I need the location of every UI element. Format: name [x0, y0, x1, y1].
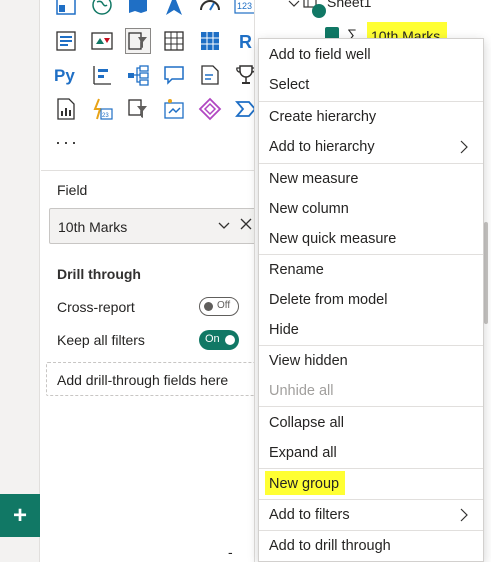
menu-item-unhide-all: Unhide all [259, 376, 483, 406]
menu-item-hide[interactable]: Hide [259, 315, 483, 345]
chevron-right-icon [460, 508, 468, 522]
menu-item-label: Collapse all [269, 415, 344, 431]
section-divider [41, 170, 254, 171]
menu-item-label: Add to hierarchy [269, 139, 375, 155]
fields-pane-scrollbar[interactable] [484, 222, 488, 324]
power-automate-icon[interactable] [125, 96, 151, 122]
field-section-label: Field [57, 182, 88, 198]
menu-separator [259, 406, 483, 407]
add-page-button[interactable]: + [0, 494, 40, 537]
cross-report-state: Off [217, 300, 231, 311]
menu-item-add-to-filters[interactable]: Add to filters [259, 500, 483, 530]
menu-item-label: Select [269, 77, 310, 93]
menu-item-label: New measure [269, 171, 359, 187]
key-influencers-icon[interactable] [89, 62, 115, 88]
menu-item-new-quick-measure[interactable]: New quick measure [259, 224, 483, 254]
menu-item-create-hierarchy[interactable]: Create hierarchy [259, 102, 483, 132]
more-visuals-button[interactable]: ··· [55, 132, 79, 153]
toggle-knob [225, 335, 235, 345]
menu-item-new-column[interactable]: New column [259, 194, 483, 224]
smart-narrative-icon[interactable] [197, 62, 223, 88]
menu-item-label: Unhide all [269, 383, 334, 399]
menu-item-new-measure[interactable]: New measure [259, 164, 483, 194]
menu-item-collapse-all[interactable]: Collapse all [259, 408, 483, 438]
menu-item-label: Expand all [269, 445, 337, 461]
menu-item-rename[interactable]: Rename [259, 255, 483, 285]
zoom-minus-button[interactable]: - [228, 544, 233, 560]
check-badge-icon [312, 4, 326, 18]
filled-map-icon[interactable] [125, 0, 151, 18]
menu-item-label: New quick measure [269, 231, 397, 247]
keep-all-filters-toggle[interactable]: On [199, 330, 239, 350]
power-apps-icon[interactable]: 23 [89, 96, 115, 122]
cross-report-label: Cross-report [57, 299, 135, 315]
visualizations-panel: 123 R Py 23 ··· Field 10th Marks Drill t… [41, 0, 261, 562]
cross-report-toggle[interactable]: Off [199, 297, 239, 316]
kpi-icon[interactable] [89, 28, 115, 54]
drill-through-drop-zone[interactable]: Add drill-through fields here [46, 362, 260, 396]
gauge-icon[interactable] [197, 0, 223, 18]
smart-format-icon[interactable] [161, 96, 187, 122]
paginated-report-icon[interactable] [53, 96, 79, 122]
keep-all-filters-label: Keep all filters [57, 332, 145, 348]
azure-map-icon[interactable] [161, 0, 187, 18]
menu-item-view-hidden[interactable]: View hidden [259, 346, 483, 376]
globe-icon[interactable] [89, 0, 115, 18]
qa-icon[interactable] [161, 62, 187, 88]
menu-item-label: Rename [269, 262, 324, 278]
diamond-visual-icon[interactable] [197, 96, 223, 122]
close-icon[interactable] [238, 216, 254, 232]
map-icon[interactable] [53, 0, 79, 18]
menu-item-label: New column [269, 201, 349, 217]
toggle-knob [204, 302, 213, 311]
drill-through-placeholder: Add drill-through fields here [57, 372, 229, 388]
python-visual-icon[interactable]: Py [53, 62, 79, 88]
r-visual-text: R [239, 32, 252, 52]
chevron-right-icon [460, 140, 468, 154]
multi-row-card-icon[interactable] [53, 28, 79, 54]
menu-item-expand-all[interactable]: Expand all [259, 438, 483, 468]
python-visual-text: Py [54, 66, 75, 85]
svg-text:23: 23 [102, 113, 109, 119]
menu-item-label: Create hierarchy [269, 109, 377, 125]
field-well-value: 10th Marks [58, 219, 128, 235]
menu-item-add-to-drill-through[interactable]: Add to drill through [259, 531, 483, 561]
matrix-icon[interactable] [197, 28, 223, 54]
menu-item-label: Add to filters [269, 507, 350, 523]
chevron-down-icon[interactable] [287, 0, 301, 11]
left-page-strip [0, 0, 40, 562]
menu-item-label: Delete from model [269, 292, 388, 308]
menu-item-label: Add to drill through [269, 538, 391, 554]
field-context-menu: Add to field well Select Create hierarch… [258, 38, 484, 562]
menu-item-label: Add to field well [269, 47, 371, 63]
field-well[interactable]: 10th Marks [49, 208, 261, 244]
menu-item-label: View hidden [269, 353, 348, 369]
card-number-text: 123 [237, 1, 252, 11]
menu-item-delete-from-model[interactable]: Delete from model [259, 285, 483, 315]
slicer-icon[interactable] [125, 28, 151, 54]
decomposition-tree-icon[interactable] [125, 62, 151, 88]
menu-item-label: Hide [269, 322, 299, 338]
menu-item-add-to-field-well[interactable]: Add to field well [259, 40, 483, 70]
menu-item-new-group[interactable]: New group [259, 469, 483, 499]
chevron-down-icon[interactable] [216, 217, 232, 233]
table-icon[interactable] [161, 28, 187, 54]
table-name[interactable]: Sheet1 [327, 0, 371, 10]
menu-item-select[interactable]: Select [259, 70, 483, 100]
drill-through-title: Drill through [57, 266, 141, 282]
menu-item-label: New group [269, 476, 340, 492]
menu-item-add-to-hierarchy[interactable]: Add to hierarchy [259, 132, 483, 162]
keep-all-filters-state: On [205, 333, 220, 345]
